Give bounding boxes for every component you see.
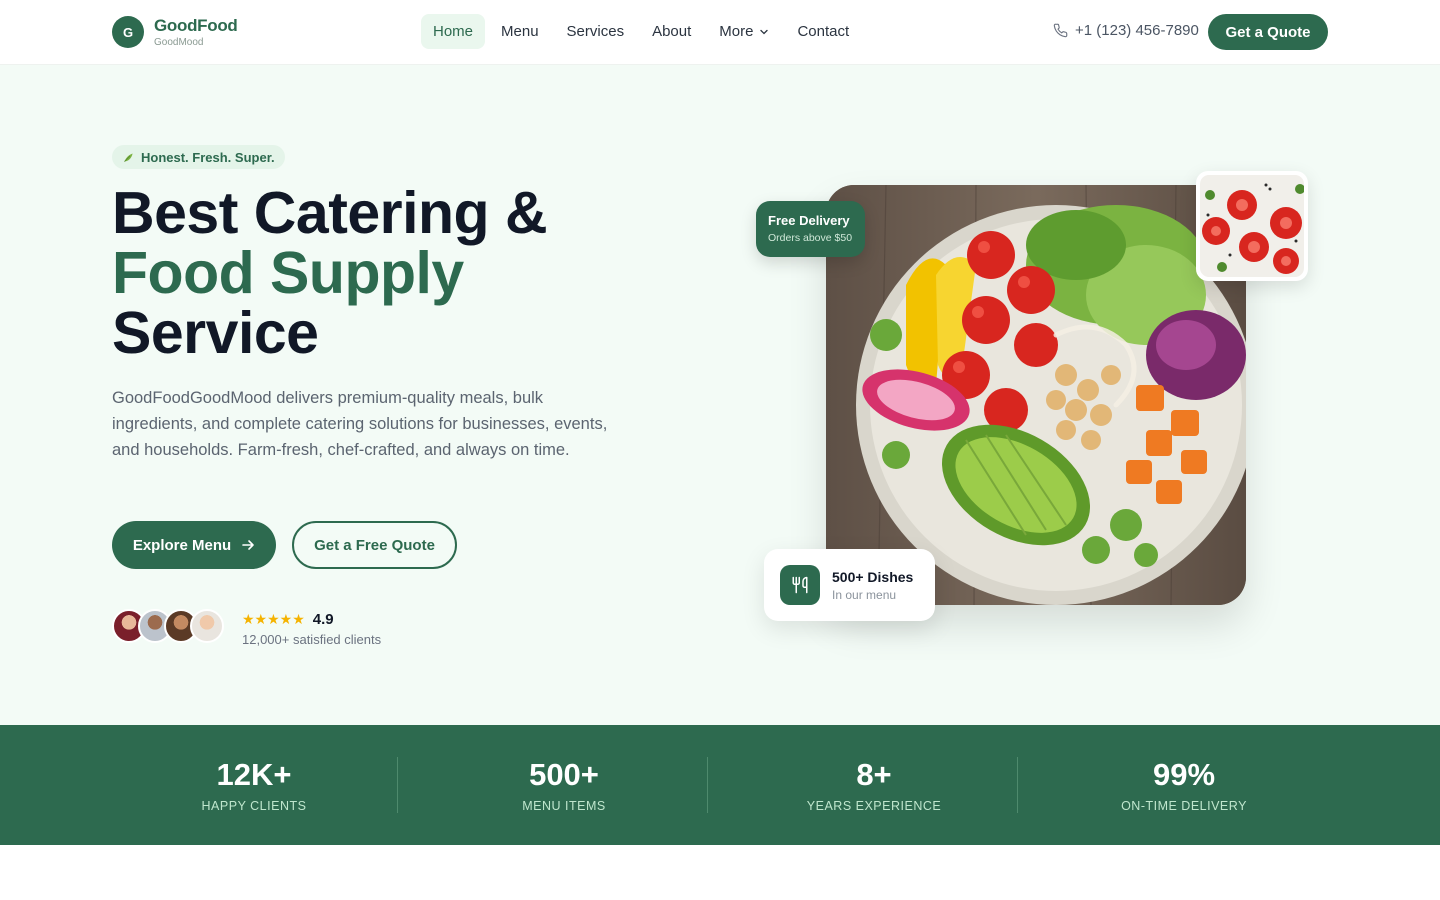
nav-label: Menu [501,23,539,40]
free-delivery-title: Free Delivery [768,213,850,228]
satisfied-clients: 12,000+ satisfied clients [242,632,382,647]
avatar [190,609,224,643]
nav-item-home[interactable]: Home [421,14,486,49]
tomato-thumbnail-image [1196,171,1308,281]
stat-happy-clients: 12K+ HAPPY CLIENTS [99,725,409,845]
button-label: Explore Menu [132,536,232,554]
stat-years-experience: 8+ YEARS EXPERIENCE [719,725,1029,845]
client-avatars [112,609,224,643]
hero-title-line3: Service [112,300,319,366]
explore-menu-button[interactable]: Explore Menu [112,521,276,569]
stat-value: 8+ [856,757,892,792]
stat-value: 12K+ [216,757,292,792]
dishes-badge: 500+ Dishes In our menu [764,549,935,621]
stat-label: ON-TIME DELIVERY [1121,799,1247,813]
stat-value: 500+ [529,757,599,792]
stat-label: YEARS EXPERIENCE [806,799,942,813]
nav-item-contact[interactable]: Contact [785,14,861,49]
chevron-down-icon [760,29,769,34]
dishes-subtitle: In our menu [832,587,897,602]
hero-food-image [826,185,1246,605]
arrow-right-icon [242,540,254,550]
phone-icon [1053,23,1068,38]
rating: ★★★★★ 4.9 12,000+ satisfied clients [242,611,381,647]
hero-tag-text: Honest. Fresh. Super. [141,149,275,165]
brand-name: GoodFood [154,15,238,35]
stats-bar: 12K+ HAPPY CLIENTS 500+ MENU ITEMS 8+ YE… [0,725,1440,845]
stat-value: 99% [1152,757,1216,792]
hero-title-line2: Food Supply [112,240,464,306]
nav-item-menu[interactable]: Menu [489,14,551,49]
leaf-icon [124,152,133,162]
stat-label: MENU ITEMS [522,799,606,813]
get-quote-button[interactable]: Get a Quote [1208,14,1328,50]
hero-title-line1: Best Catering & [112,180,548,246]
dishes-title: 500+ Dishes [832,568,914,585]
logo[interactable]: G GoodFood GoodMood [112,16,238,48]
stat-divider [1017,757,1018,813]
hero-description: GoodFoodGoodMood delivers premium-qualit… [112,389,608,459]
rating-score: 4.9 [312,611,334,628]
stat-on-time-delivery: 99% ON-TIME DELIVERY [1029,725,1339,845]
nav-item-more[interactable]: More [707,14,781,49]
nav-label: Home [433,23,474,40]
free-delivery-badge: Free Delivery Orders above $50 [756,201,865,257]
header-phone[interactable]: +1 (123) 456-7890 [1053,22,1199,39]
site-header: G GoodFood GoodMood Home Menu Services A… [0,0,1440,65]
star-rating-icons: ★★★★★ [242,611,305,627]
nav-item-services[interactable]: Services [555,14,637,49]
nav-label: About [652,23,692,40]
free-delivery-subtitle: Orders above $50 [768,232,853,244]
stat-divider [397,757,398,813]
stat-label: HAPPY CLIENTS [201,799,307,813]
nav-label: Services [566,23,625,40]
stat-divider [707,757,708,813]
stat-menu-items: 500+ MENU ITEMS [409,725,719,845]
brand-tagline: GoodMood [154,36,204,48]
hero-section: Honest. Fresh. Super. Best Catering & Fo… [0,65,1440,725]
hero-title: Best Catering & Food Supply Service [112,180,548,366]
free-quote-button[interactable]: Get a Free Quote [292,521,457,569]
phone-number: +1 (123) 456-7890 [1075,22,1199,39]
logo-mark: G [112,16,144,48]
nav-item-about[interactable]: About [640,14,703,49]
nav-label: Contact [797,23,850,40]
nav-label: More [719,23,754,40]
main-nav: Home Menu Services About More Contact [421,14,865,49]
hero-tag: Honest. Fresh. Super. [112,145,285,169]
utensils-icon [780,565,820,605]
